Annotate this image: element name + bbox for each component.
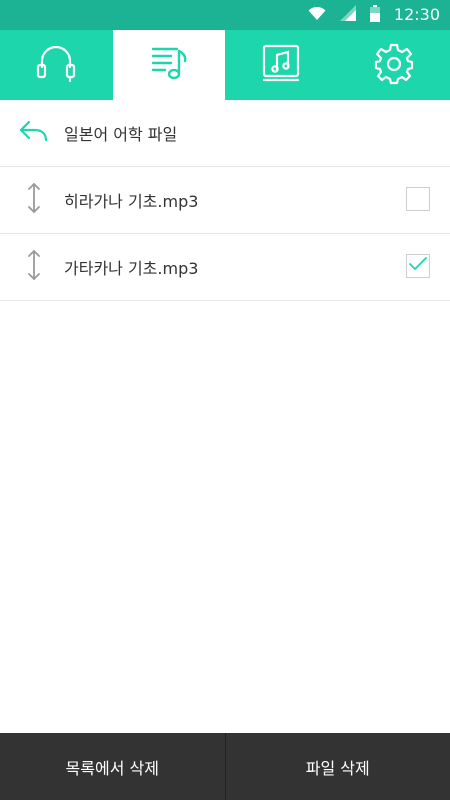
bottom-action-bar: 목록에서 삭제 파일 삭제 bbox=[0, 733, 450, 800]
list-item[interactable]: 히라가나 기초.mp3 bbox=[0, 167, 450, 234]
playlist-icon bbox=[147, 41, 191, 89]
drag-handle[interactable] bbox=[22, 250, 46, 284]
drag-handle[interactable] bbox=[22, 183, 46, 217]
file-checkbox[interactable] bbox=[406, 254, 430, 278]
checkmark-icon bbox=[408, 256, 428, 276]
cell-signal-icon bbox=[339, 5, 356, 25]
back-arrow-icon bbox=[19, 119, 49, 147]
headphones-icon bbox=[34, 41, 78, 89]
file-checkbox[interactable] bbox=[406, 187, 430, 211]
file-list: 히라가나 기초.mp3 가타카나 기초.mp3 bbox=[0, 167, 450, 301]
wifi-icon bbox=[308, 6, 326, 25]
battery-icon bbox=[369, 4, 380, 26]
status-bar: 12:30 bbox=[0, 0, 450, 30]
file-name: 가타카나 기초.mp3 bbox=[64, 259, 199, 278]
tab-bar bbox=[0, 30, 450, 100]
tab-playlist[interactable] bbox=[112, 30, 225, 100]
remove-from-list-button[interactable]: 목록에서 삭제 bbox=[0, 733, 225, 800]
folder-title: 일본어 어학 파일 bbox=[64, 125, 178, 144]
folder-header: 일본어 어학 파일 bbox=[0, 100, 450, 167]
tab-album[interactable] bbox=[225, 30, 338, 100]
music-album-icon bbox=[259, 41, 303, 89]
delete-file-button[interactable]: 파일 삭제 bbox=[226, 733, 450, 800]
list-item[interactable]: 가타카나 기초.mp3 bbox=[0, 234, 450, 301]
file-name: 히라가나 기초.mp3 bbox=[64, 192, 199, 211]
back-button[interactable] bbox=[16, 115, 52, 151]
status-time: 12:30 bbox=[393, 5, 440, 24]
gear-icon bbox=[372, 41, 416, 89]
tab-settings[interactable] bbox=[338, 30, 450, 100]
reorder-arrows-icon bbox=[26, 182, 42, 218]
reorder-arrows-icon bbox=[26, 249, 42, 285]
tab-player[interactable] bbox=[0, 30, 113, 100]
